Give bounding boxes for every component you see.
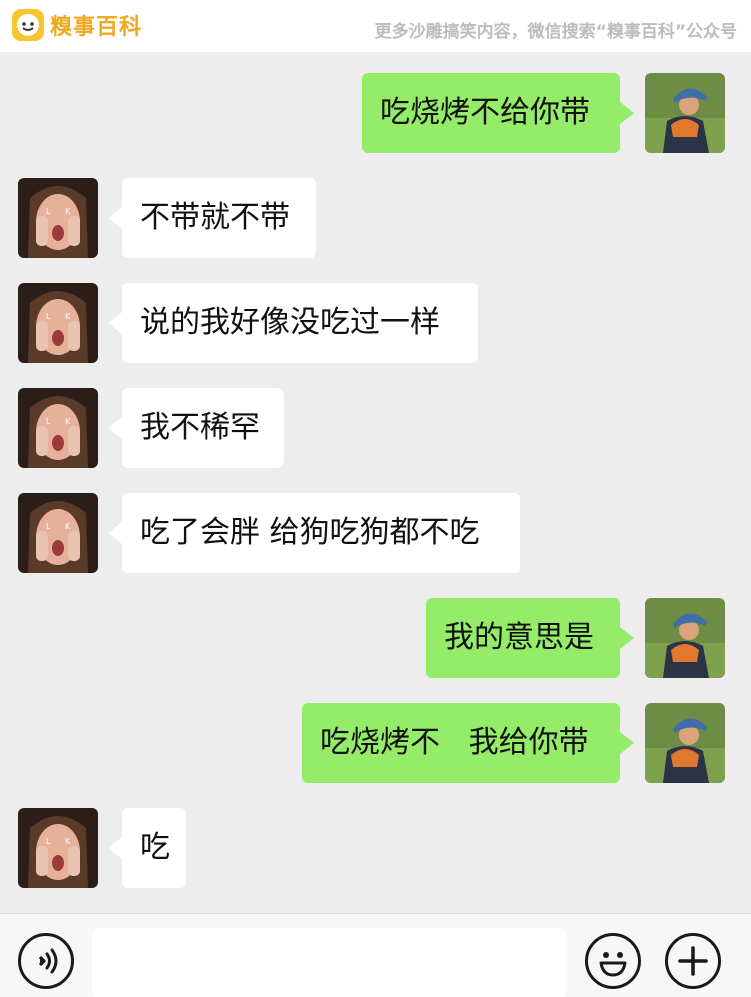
logo-text: 糗事百科: [50, 15, 143, 40]
message-bubble-contact[interactable]: 我不稀罕: [108, 388, 284, 468]
voice-button[interactable]: [18, 933, 74, 989]
emoji-icon: [599, 952, 627, 977]
avatar-contact[interactable]: [18, 178, 98, 258]
avatar-contact[interactable]: [18, 283, 98, 363]
logo-face-icon: [12, 9, 44, 41]
watermark-text: 更多沙雕搞笑内容，微信搜索“糗事百科”公众号: [374, 22, 737, 42]
message-bubble-contact[interactable]: 吃: [108, 808, 186, 888]
message-bubble-self[interactable]: 吃烧烤不 我给你带: [302, 703, 634, 783]
message-input[interactable]: [92, 928, 566, 997]
message-bubble-self[interactable]: 吃烧烤不给你带: [362, 73, 634, 153]
message-bubble-contact[interactable]: 吃了会胖 给狗吃狗都不吃: [108, 493, 520, 573]
more-button[interactable]: [665, 933, 721, 989]
plus-icon: [678, 946, 708, 976]
avatar-self[interactable]: [645, 598, 725, 678]
chat-input-bar: [0, 913, 751, 997]
emoji-button[interactable]: [585, 933, 641, 989]
watermark-header: 糗事百科 更多沙雕搞笑内容，微信搜索“糗事百科”公众号: [0, 0, 751, 52]
avatar-self[interactable]: [645, 703, 725, 783]
message-bubble-contact[interactable]: 说的我好像没吃过一样: [108, 283, 478, 363]
avatar-contact[interactable]: [18, 493, 98, 573]
avatar-contact[interactable]: [18, 388, 98, 468]
message-bubble-contact[interactable]: 不带就不带: [108, 178, 316, 258]
site-logo: 糗事百科: [12, 8, 142, 42]
avatar-self[interactable]: [645, 73, 725, 153]
message-bubble-self[interactable]: 我的意思是: [426, 598, 634, 678]
avatar-contact[interactable]: [18, 808, 98, 888]
voice-icon: [38, 948, 58, 974]
